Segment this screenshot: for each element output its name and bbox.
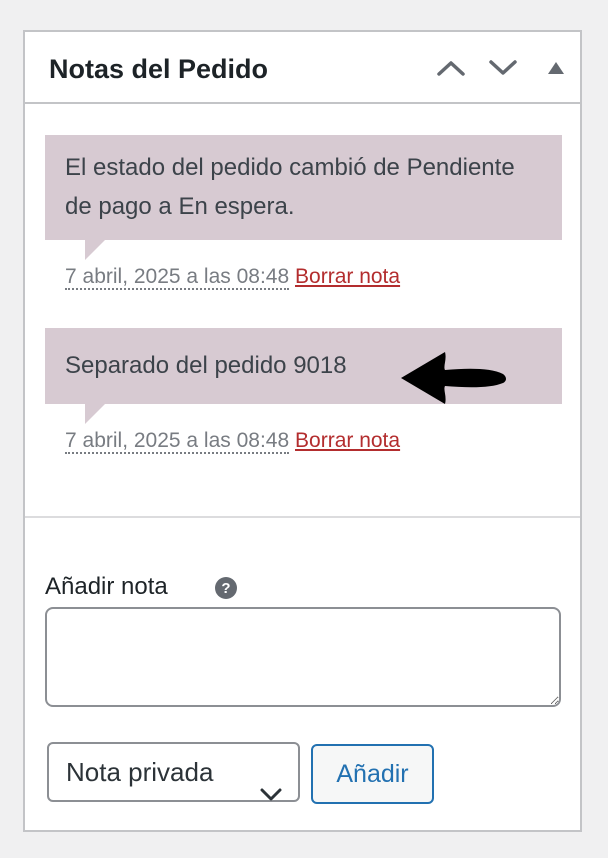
move-down-button[interactable]	[485, 52, 521, 84]
toggle-panel-button[interactable]	[538, 52, 574, 84]
chevron-up-icon	[436, 59, 466, 77]
note-meta: 7 abril, 2025 a las 08:48 Borrar nota	[45, 263, 562, 291]
note-meta: 7 abril, 2025 a las 08:48 Borrar nota	[45, 427, 562, 455]
note-type-value: Nota privada	[66, 757, 214, 787]
triangle-up-icon	[547, 61, 565, 75]
note-item: El estado del pedido cambió de Pendiente…	[45, 135, 562, 291]
postbox-header: Notas del Pedido	[25, 32, 580, 104]
box-title: Notas del Pedido	[49, 54, 269, 84]
move-up-button[interactable]	[433, 52, 469, 84]
chevron-down-icon	[488, 59, 518, 77]
note-type-select[interactable]: Nota privada	[47, 742, 300, 802]
note-textarea[interactable]	[45, 607, 561, 707]
add-note-label: Añadir nota	[45, 573, 168, 600]
note-date: 7 abril, 2025 a las 08:48	[65, 429, 290, 454]
add-note-section: Añadir nota ? Nota privada Añadir	[25, 516, 580, 832]
chevron-down-icon	[260, 765, 282, 821]
note-text: Separado del pedido 9018	[65, 352, 347, 379]
note-date: 7 abril, 2025 a las 08:48	[65, 265, 290, 290]
note-tail	[85, 240, 105, 260]
help-icon[interactable]: ?	[215, 577, 237, 599]
note-tail	[85, 404, 105, 424]
note-text: El estado del pedido cambió de Pendiente…	[65, 154, 515, 220]
add-note-button[interactable]: Añadir	[311, 744, 434, 804]
order-notes-box: Notas del Pedido El estado del pedido ca…	[23, 30, 582, 832]
delete-note-link[interactable]: Borrar nota	[295, 265, 400, 288]
note-content: El estado del pedido cambió de Pendiente…	[45, 135, 562, 260]
delete-note-link[interactable]: Borrar nota	[295, 429, 400, 452]
arrow-left-icon	[399, 350, 509, 411]
